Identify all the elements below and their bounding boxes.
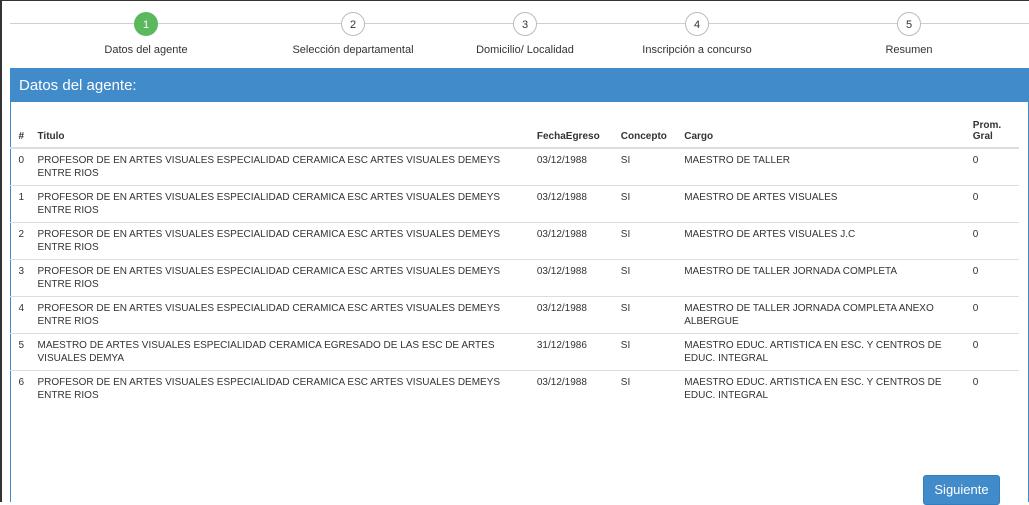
cell-cargo: MAESTRO EDUC. ARTISTICA EN ESC. Y CENTRO… [679,332,968,370]
cell-prom: 0 [967,295,1019,333]
cell-num: 4 [10,295,33,333]
step-1[interactable]: 1 Datos del agente [56,12,236,56]
cell-titulo: PROFESOR DE EN ARTES VISUALES ESPECIALID… [37,155,501,179]
table-row: 6 PROFESOR DE EN ARTES VISUALES ESPECIAL… [10,369,1019,407]
step-4[interactable]: 4 Inscripción a concurso [607,12,787,56]
wizard-stepper: 1 Datos del agente 2 Selección departame… [0,0,1029,66]
cell-titulo: PROFESOR DE EN ARTES VISUALES ESPECIALID… [32,369,532,407]
cell-fecha: 03/12/1988 [531,221,616,259]
panel-title: Datos del agente: [11,69,1028,102]
cell-fecha: 03/12/1988 [536,155,587,166]
table-row: 4 PROFESOR DE EN ARTES VISUALES ESPECIAL… [10,295,1019,333]
col-header-prom: Prom. Gral [967,120,1019,149]
table-header-row: # Titulo FechaEgreso Concepto Cargo Prom… [10,120,1019,149]
cell-cargo: MAESTRO EDUC. ARTISTICA EN ESC. Y CENTRO… [679,369,968,407]
step-1-circle[interactable]: 1 [134,12,158,36]
cell-concepto: SI [615,332,680,370]
step-3-label: Domicilio/ Localidad [476,44,574,56]
cell-concepto: SI [615,184,680,222]
cell-num: 1 [10,184,33,222]
cell-prom: 0 [967,184,1019,222]
cell-num: 3 [10,258,33,296]
col-header-titulo: Titulo [32,120,532,149]
cell-fecha: 03/12/1988 [531,369,616,407]
step-5-label: Resumen [885,44,933,56]
step-3[interactable]: 3 Domicilio/ Localidad [435,12,615,56]
cell-titulo: PROFESOR DE EN ARTES VISUALES ESPECIALID… [32,221,532,259]
step-1-label: Datos del agente [104,44,188,56]
cell-titulo: MAESTRO DE ARTES VISUALES ESPECIALIDAD C… [32,332,532,370]
step-5-circle[interactable]: 5 [897,12,921,36]
cell-concepto: SI [615,369,680,407]
cell-prom: 0 [967,332,1019,370]
table-row: 2 PROFESOR DE EN ARTES VISUALES ESPECIAL… [10,221,1019,259]
col-header-cargo: Cargo [679,120,968,149]
step-3-circle[interactable]: 3 [513,12,537,36]
col-header-fecha: FechaEgreso [531,120,616,149]
step-4-label: Inscripción a concurso [642,44,752,56]
table-row: 0 PROFESOR DE EN ARTES VISUALES ESPECIAL… [10,148,1019,185]
step-5[interactable]: 5 Resumen [819,12,999,56]
cell-fecha: 03/12/1988 [531,295,616,333]
cell-titulo: PROFESOR DE EN ARTES VISUALES ESPECIALID… [32,295,532,333]
cell-titulo: PROFESOR DE EN ARTES VISUALES ESPECIALID… [32,184,532,222]
table-row: 3 PROFESOR DE EN ARTES VISUALES ESPECIAL… [10,258,1019,296]
cell-num: 6 [10,369,33,407]
step-4-circle[interactable]: 4 [685,12,709,36]
table-row: 1 PROFESOR DE EN ARTES VISUALES ESPECIAL… [10,184,1019,222]
step-2-label: Selección departamental [292,44,414,56]
cell-cargo: MAESTRO DE TALLER [684,155,790,166]
cell-concepto: SI [615,221,680,259]
cell-concepto: SI [615,258,680,296]
cell-concepto: SI [615,295,680,333]
col-header-num: # [10,120,33,149]
cell-num: 2 [10,221,33,259]
cell-cargo: MAESTRO DE ARTES VISUALES J.C [679,221,968,259]
next-button[interactable]: Siguiente [923,475,1000,505]
cell-num: 5 [10,332,33,370]
cell-cargo: MAESTRO DE TALLER JORNADA COMPLETA [679,258,968,296]
cell-fecha: 31/12/1986 [531,332,616,370]
step-2-circle[interactable]: 2 [341,12,365,36]
cell-titulo: PROFESOR DE EN ARTES VISUALES ESPECIALID… [32,258,532,296]
titles-table: # Titulo FechaEgreso Concepto Cargo Prom… [10,120,1019,407]
cell-prom: 0 [967,369,1019,407]
cell-prom: 0 [967,258,1019,296]
cell-prom: 0 [967,221,1019,259]
table-row: 5 MAESTRO DE ARTES VISUALES ESPECIALIDAD… [10,332,1019,370]
cell-num: 0 [18,155,25,166]
cell-prom: 0 [972,155,979,166]
cell-cargo: MAESTRO DE TALLER JORNADA COMPLETA ANEXO… [679,295,968,333]
cell-cargo: MAESTRO DE ARTES VISUALES [679,184,968,222]
step-2[interactable]: 2 Selección departamental [263,12,443,56]
cell-concepto: SI [620,155,631,166]
col-header-concepto: Concepto [615,120,680,149]
cell-fecha: 03/12/1988 [531,184,616,222]
cell-fecha: 03/12/1988 [531,258,616,296]
